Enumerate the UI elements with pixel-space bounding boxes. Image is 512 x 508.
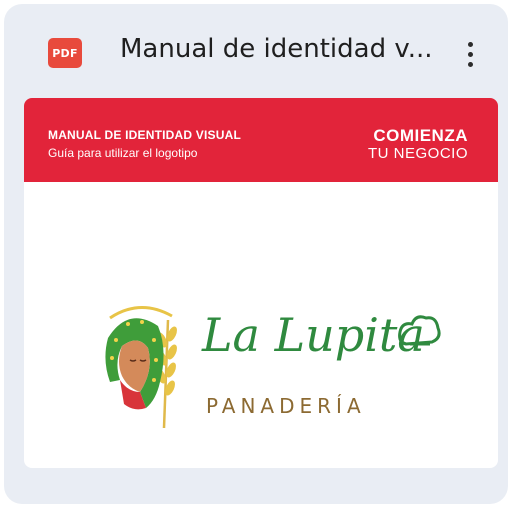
brand-line-2: TU NEGOCIO <box>367 145 468 162</box>
banner-title: MANUAL DE IDENTIDAD VISUAL <box>48 128 241 142</box>
logo-subtitle: PANADERÍA <box>206 394 366 418</box>
more-vert-icon-dot <box>467 51 473 57</box>
file-header: PDF Manual de identidad v... <box>4 4 508 94</box>
chef-hat-icon <box>398 315 441 346</box>
file-card[interactable]: PDF Manual de identidad v... MANUAL DE I… <box>4 4 508 504</box>
more-options-button[interactable] <box>452 34 488 74</box>
virgin-wheat-logo-icon <box>105 306 177 429</box>
brand-line-1: COMIENZA <box>373 126 468 145</box>
more-vert-icon <box>467 41 473 47</box>
document-preview[interactable]: MANUAL DE IDENTIDAD VISUAL Guía para uti… <box>24 98 498 468</box>
pdf-file-icon: PDF <box>48 38 82 68</box>
file-title[interactable]: Manual de identidad v... <box>120 34 433 64</box>
more-vert-icon-dot <box>467 61 473 67</box>
banner-subtitle: Guía para utilizar el logotipo <box>48 146 198 160</box>
preview-banner: MANUAL DE IDENTIDAD VISUAL Guía para uti… <box>24 98 498 182</box>
logo-wordmark: La Lupita <box>202 308 425 362</box>
